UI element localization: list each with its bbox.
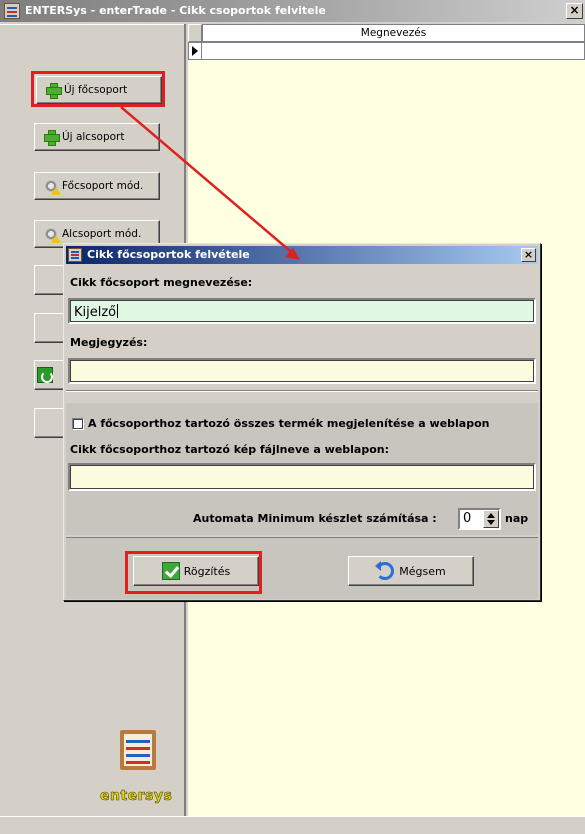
- logo-text: entersys: [100, 788, 173, 805]
- note-label: Megjegyzés:: [70, 336, 148, 349]
- window-title: ENTERSys - enterTrade - Cikk csoportok f…: [25, 4, 326, 17]
- sidebar-divider: [0, 24, 184, 25]
- dialog-title: Cikk főcsoportok felvétele: [87, 248, 250, 261]
- edit-main-group-button[interactable]: Főcsoport mód.: [34, 172, 160, 200]
- window-titlebar: ENTERSys - enterTrade - Cikk csoportok f…: [0, 0, 585, 22]
- gear-icon: [43, 178, 61, 195]
- abacus-logo-icon: [120, 730, 156, 770]
- plus-icon: [43, 129, 60, 146]
- image-filename-input[interactable]: [68, 463, 536, 491]
- group-name-input[interactable]: Kijelző: [68, 298, 536, 324]
- image-filename-label: Cikk főcsoporthoz tartozó kép fájlneve a…: [70, 443, 390, 456]
- auto-min-days-stepper[interactable]: 0: [458, 508, 501, 530]
- grid-header-indicator: [188, 24, 202, 42]
- show-all-products-checkbox[interactable]: [72, 418, 84, 430]
- gear-icon: [43, 226, 61, 243]
- dialog-app-icon: [68, 248, 82, 262]
- undo-arrow-icon: [375, 561, 395, 580]
- show-all-products-label: A főcsoporthoz tartozó összes termék meg…: [88, 417, 490, 430]
- edit-sub-group-label: Alcsoport mód.: [62, 228, 142, 240]
- dialog-form-top: Cikk főcsoport megnevezése: Kijelző Megj…: [66, 266, 538, 386]
- note-input[interactable]: [68, 358, 536, 384]
- dialog-close-button[interactable]: ×: [521, 248, 536, 262]
- auto-min-value: 0: [463, 511, 472, 526]
- stepper-arrows-icon[interactable]: [483, 510, 499, 528]
- table-row[interactable]: [188, 42, 585, 60]
- group-name-value: Kijelző: [74, 305, 117, 320]
- text-caret: [117, 304, 119, 318]
- add-main-group-dialog: Cikk főcsoportok felvétele × Cikk főcsop…: [63, 243, 541, 601]
- new-sub-group-button[interactable]: Új alcsoport: [34, 123, 160, 151]
- grid-header: Megnevezés: [188, 24, 585, 42]
- dialog-separator: [66, 390, 538, 392]
- cancel-button[interactable]: Mégsem: [348, 556, 474, 586]
- refresh-icon: [37, 367, 53, 383]
- save-button-highlight: [125, 551, 262, 594]
- name-label: Cikk főcsoport megnevezése:: [70, 276, 253, 289]
- status-bar: [0, 816, 585, 834]
- dialog-form-web: A főcsoporthoz tartozó összes termék meg…: [66, 403, 538, 535]
- row-pointer-icon: [188, 42, 202, 60]
- edit-main-group-label: Főcsoport mód.: [62, 180, 144, 192]
- table-cell[interactable]: [202, 42, 585, 60]
- new-main-group-highlight: [31, 71, 165, 107]
- dialog-titlebar: Cikk főcsoportok felvétele ×: [66, 246, 538, 264]
- new-sub-group-label: Új alcsoport: [62, 131, 125, 143]
- auto-min-unit: nap: [505, 512, 529, 525]
- grid-column-header[interactable]: Megnevezés: [202, 24, 585, 42]
- cancel-button-label: Mégsem: [399, 564, 446, 578]
- app-icon: [4, 3, 20, 19]
- auto-min-label: Automata Minimum készlet számítása :: [193, 512, 437, 525]
- window-close-button[interactable]: ×: [566, 3, 583, 19]
